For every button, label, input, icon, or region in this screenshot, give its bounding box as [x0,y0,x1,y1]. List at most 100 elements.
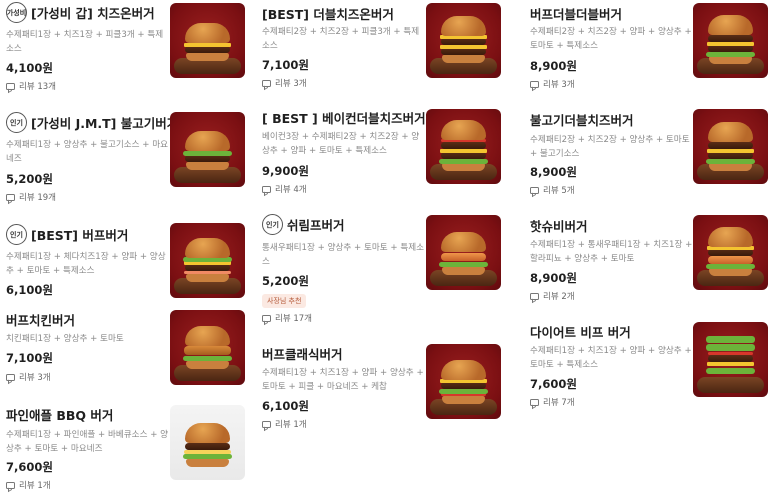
burger-photo [170,223,245,298]
menu-item-price: 7,100원 [262,58,309,72]
menu-item-name: [가성비 갑] 치즈온버거 [31,6,155,21]
menu-item-name: [ BEST ] 베이컨더블치즈버거 [262,111,426,126]
chat-bubble-icon [262,314,271,322]
menu-item-card[interactable]: 불고기더블치즈버거 수제패티2장 + 치즈2장 + 양상추 + 토마토 + 불고… [524,104,773,204]
menu-item-description: 수제패티2장 + 치즈2장 + 양파 + 양상추 + 토마토 + 특제소스 [530,27,692,51]
menu-item-price: 7,600원 [530,377,577,391]
menu-item-title: 다이어트 비프 버거 [530,322,631,341]
menu-item-price: 9,900원 [262,164,309,178]
menu-item-name: 버프클래식버거 [262,347,343,362]
burger-photo [170,112,245,187]
review-count: 리뷰 3개 [530,78,575,90]
review-count: 리뷰 7개 [530,396,575,408]
menu-item-description: 통새우패티1장 + 양상추 + 토마토 + 특제소 스 [262,243,425,267]
owner-recommend-badge: 사장님 추천 [262,294,307,308]
popular-badge-icon: 인기 [6,112,27,133]
menu-item-description: 베이컨3장 + 수제패티2장 + 치즈2장 + 양 상추 + 양파 + 토마토 … [262,132,420,156]
chat-bubble-icon [262,420,271,428]
menu-item-description: 수제패티1장 + 치즈1장 + 피클3개 + 특제 소스 [6,30,164,54]
menu-item-price: 7,600원 [6,460,53,474]
review-count: 리뷰 2개 [530,290,575,302]
menu-item-card[interactable]: 인기 쉬림프버거 통새우패티1장 + 양상추 + 토마토 + 특제소 스 5,2… [256,208,511,328]
menu-item-title: 파인애플 BBQ 버거 [6,405,113,424]
menu-item-card[interactable]: 인기 [BEST] 버프버거 수제패티1장 + 체다치즈1장 + 양파 + 양상… [0,220,250,302]
burger-photo [426,109,501,184]
chat-bubble-icon [6,193,15,201]
menu-item-card[interactable]: 버프더블더블버거 수제패티2장 + 치즈2장 + 양파 + 양상추 + 토마토 … [524,0,773,100]
menu-item-card[interactable]: 인기 [가성비 J.M.T] 불고기버거 수제패티1장 + 양상추 + 불고기소… [0,108,250,208]
menu-item-title: [BEST] 더블치즈온버거 [262,4,394,23]
chat-bubble-icon [530,80,539,88]
menu-grid: 가성비 [가성비 갑] 치즈온버거 수제패티1장 + 치즈1장 + 피클3개 +… [0,0,773,495]
chat-bubble-icon [530,292,539,300]
menu-item-description: 수제패티1장 + 치즈1장 + 양파 + 양상추 + 토마토 + 피클 + 마요… [262,368,424,392]
menu-item-card[interactable]: [BEST] 더블치즈온버거 수제패티2장 + 치즈2장 + 피클3개 + 특제… [256,0,511,100]
menu-item-price: 5,200원 [262,274,309,288]
menu-item-card[interactable]: 다이어트 비프 버거 수제패티1장 + 치즈1장 + 양파 + 양상추 + 토마… [524,316,773,416]
menu-item-name: [BEST] 버프버거 [31,228,129,243]
burger-photo [693,3,768,78]
menu-item-description: 수제패티2장 + 치즈2장 + 양상추 + 토마토 + 불고기소스 [530,135,690,159]
chat-bubble-icon [262,79,271,87]
menu-item-description: 수제패티2장 + 치즈2장 + 피클3개 + 특제 소스 [262,27,420,51]
burger-photo [693,215,768,290]
burger-photo [693,322,768,397]
menu-item-name: 버프더블더블버거 [530,7,623,22]
menu-item-name: 버프치킨버거 [6,313,76,328]
menu-item-name: 불고기더블치즈버거 [530,113,634,128]
menu-item-title: 버프클래식버거 [262,344,343,363]
menu-item-description: 수제패티1장 + 양상추 + 불고기소스 + 마요 네즈 [6,140,169,164]
menu-item-price: 4,100원 [6,61,53,75]
menu-item-card[interactable]: 가성비 [가성비 갑] 치즈온버거 수제패티1장 + 치즈1장 + 피클3개 +… [0,0,250,100]
menu-item-price: 6,100원 [6,283,53,297]
menu-item-description: 수제패티1장 + 통새우패티1장 + 치즈1장 + 할라피뇨 + 양상추 + 토… [530,240,693,264]
chat-bubble-icon [6,481,15,489]
menu-item-card[interactable]: [ BEST ] 베이컨더블치즈버거 베이컨3장 + 수제패티2장 + 치즈2장… [256,104,511,204]
chat-bubble-icon [262,185,271,193]
menu-item-name: [가성비 J.M.T] 불고기버거 [31,116,179,131]
menu-item-title: [ BEST ] 베이컨더블치즈버거 [262,108,426,127]
review-count: 리뷰 13개 [6,80,56,92]
menu-item-name: 핫슈비버거 [530,219,588,234]
menu-item-price: 8,900원 [530,271,577,285]
menu-item-title: 버프더블더블버거 [530,4,622,23]
menu-item-card[interactable]: 버프클래식버거 수제패티1장 + 치즈1장 + 양파 + 양상추 + 토마토 +… [256,338,511,438]
menu-item-name: 파인애플 BBQ 버거 [6,408,114,423]
review-count: 리뷰 4개 [262,183,307,195]
menu-item-title: 인기 [BEST] 버프버거 [6,224,128,245]
menu-item-name: 다이어트 비프 버거 [530,325,631,340]
menu-item-card[interactable]: 파인애플 BBQ 버거 수제패티1장 + 파인애플 + 바베큐소스 + 양 상추… [0,400,250,495]
popular-badge-icon: 인기 [262,214,283,235]
menu-item-price: 6,100원 [262,399,309,413]
review-count: 리뷰 17개 [262,312,312,324]
menu-item-description: 수제패티1장 + 파인애플 + 바베큐소스 + 양 상추 + 토마토 + 마요네… [6,430,169,454]
burger-photo [693,109,768,184]
menu-item-card[interactable]: 핫슈비버거 수제패티1장 + 통새우패티1장 + 치즈1장 + 할라피뇨 + 양… [524,208,773,313]
menu-item-description: 수제패티1장 + 치즈1장 + 양파 + 양상추 + 토마토 + 특제소스 [530,346,692,370]
menu-item-title: 가성비 [가성비 갑] 치즈온버거 [6,2,155,23]
menu-item-title: 버프치킨버거 [6,310,75,329]
menu-item-price: 5,200원 [6,172,53,186]
menu-item-name: [BEST] 더블치즈온버거 [262,7,394,22]
burger-photo [170,405,245,480]
review-count: 리뷰 1개 [6,479,51,491]
chat-bubble-icon [6,82,15,90]
popular-badge-icon: 인기 [6,224,27,245]
menu-item-name: 쉬림프버거 [287,218,345,233]
menu-item-title: 인기 [가성비 J.M.T] 불고기버거 [6,112,178,133]
review-count: 리뷰 3개 [6,371,51,383]
review-count: 리뷰 1개 [262,418,307,430]
burger-photo [170,3,245,78]
review-count: 리뷰 19개 [6,191,56,203]
menu-item-price: 8,900원 [530,165,577,179]
menu-item-title: 인기 쉬림프버거 [262,214,345,235]
chat-bubble-icon [530,186,539,194]
menu-item-card[interactable]: 버프치킨버거 치킨패티1장 + 양상추 + 토마토 7,100원 리뷰 3개 [0,306,250,396]
popular-badge-icon: 가성비 [6,2,27,23]
menu-item-title: 불고기더블치즈버거 [530,110,634,129]
burger-photo [426,3,501,78]
burger-photo [426,215,501,290]
menu-item-description: 수제패티1장 + 체다치즈1장 + 양파 + 양상 추 + 토마토 + 특제소스 [6,252,166,276]
burger-photo [426,344,501,419]
chat-bubble-icon [6,373,15,381]
